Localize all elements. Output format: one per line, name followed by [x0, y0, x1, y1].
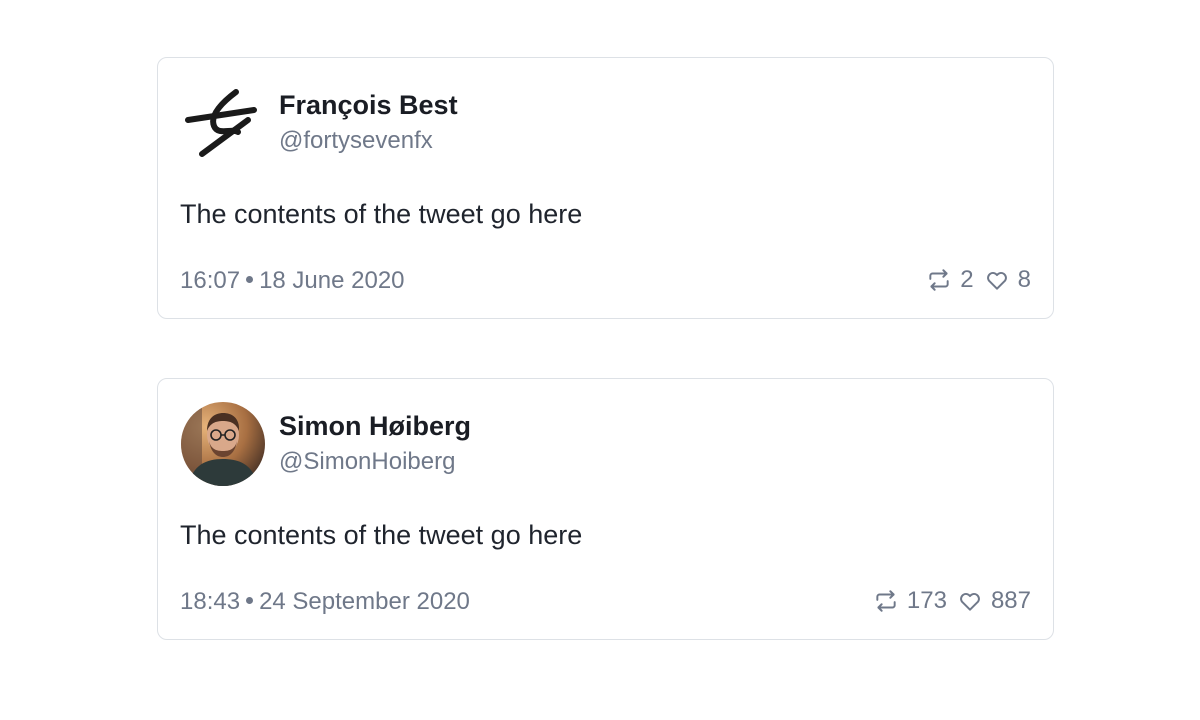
retweet-icon[interactable] [873, 588, 899, 614]
tweet-card[interactable]: François Best @fortysevenfx The contents… [157, 57, 1054, 319]
author-name[interactable]: Simon Høiberg [279, 411, 471, 442]
tweet-content: The contents of the tweet go here [180, 520, 583, 550]
retweet-count: 173 [906, 587, 947, 614]
separator-dot [246, 276, 254, 284]
like-count: 8 [1017, 266, 1031, 293]
tweet-content: The contents of the tweet go here [180, 199, 583, 229]
heart-icon[interactable] [984, 267, 1010, 293]
retweet-count: 2 [960, 266, 974, 293]
tweet-date: 24 September 2020 [259, 588, 470, 615]
logo-icon [185, 89, 257, 157]
author-name[interactable]: François Best [279, 90, 458, 121]
separator-dot [246, 597, 254, 605]
heart-icon[interactable] [957, 588, 983, 614]
tweet-time: 18:43 [180, 588, 241, 615]
tweet-card[interactable]: Simon Høiberg @SimonHoiberg The contents… [157, 378, 1054, 640]
profile-photo [181, 402, 265, 486]
tweet-date: 18 June 2020 [259, 267, 405, 294]
retweet-icon[interactable] [926, 267, 952, 293]
avatar[interactable] [180, 80, 266, 166]
like-count: 887 [990, 587, 1031, 614]
tweet-stats: 2 8 [926, 264, 1031, 296]
tweet-timestamp[interactable]: 16:07 18 June 2020 [180, 267, 405, 295]
tweet-stats: 173 887 [873, 585, 1031, 617]
author-handle[interactable]: @SimonHoiberg [279, 448, 455, 476]
avatar[interactable] [180, 401, 266, 487]
tweet-time: 16:07 [180, 267, 241, 294]
author-handle[interactable]: @fortysevenfx [279, 127, 433, 155]
tweet-timestamp[interactable]: 18:43 24 September 2020 [180, 588, 470, 616]
